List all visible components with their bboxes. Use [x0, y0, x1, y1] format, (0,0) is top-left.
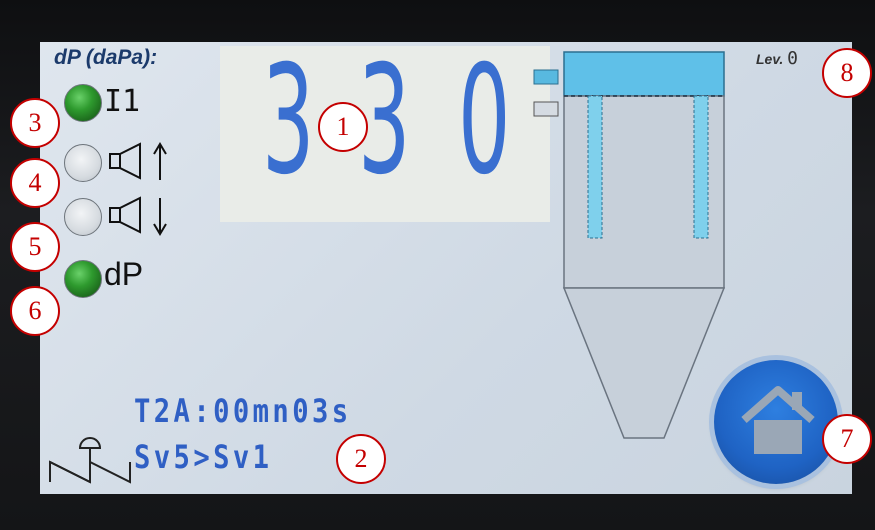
callout-7: 7 [822, 414, 872, 464]
valve-sequence: Sv5>Sv1 [134, 438, 273, 476]
timer-readout: T2A:00mn03s [134, 392, 352, 430]
callout-5: 5 [10, 222, 60, 272]
callout-2: 2 [336, 434, 386, 484]
callout-4: 4 [10, 158, 60, 208]
dp-value-display: 3 3 0 [220, 46, 550, 222]
filter-diagram [533, 51, 726, 439]
horn-down-icon [109, 196, 167, 236]
level-value: 0 [787, 48, 798, 69]
value-digit-1: 3 [262, 42, 315, 208]
horn-up-icon [109, 142, 167, 180]
callout-3: 3 [10, 98, 60, 148]
callout-1: 1 [318, 102, 368, 152]
horn-down-led [64, 198, 102, 236]
home-icon [741, 386, 815, 454]
value-digit-3: 0 [458, 42, 511, 208]
input-i1-led [64, 84, 102, 122]
dp-unit-title: dP (daPa): [54, 46, 158, 69]
home-button[interactable] [714, 360, 838, 484]
touch-screen: dP (daPa): I1 dP 3 3 0 T2A:00mn03s Sv5>S… [40, 42, 852, 494]
level-label: Lev. [756, 51, 784, 67]
dp-led [64, 260, 102, 298]
input-i1-label: I1 [104, 84, 141, 119]
horn-up-led [64, 144, 102, 182]
level-indicator: Lev. 0 [756, 48, 798, 69]
callout-6: 6 [10, 286, 60, 336]
callout-8: 8 [822, 48, 872, 98]
valve-icon [49, 437, 131, 484]
dp-label: dP [104, 256, 144, 292]
